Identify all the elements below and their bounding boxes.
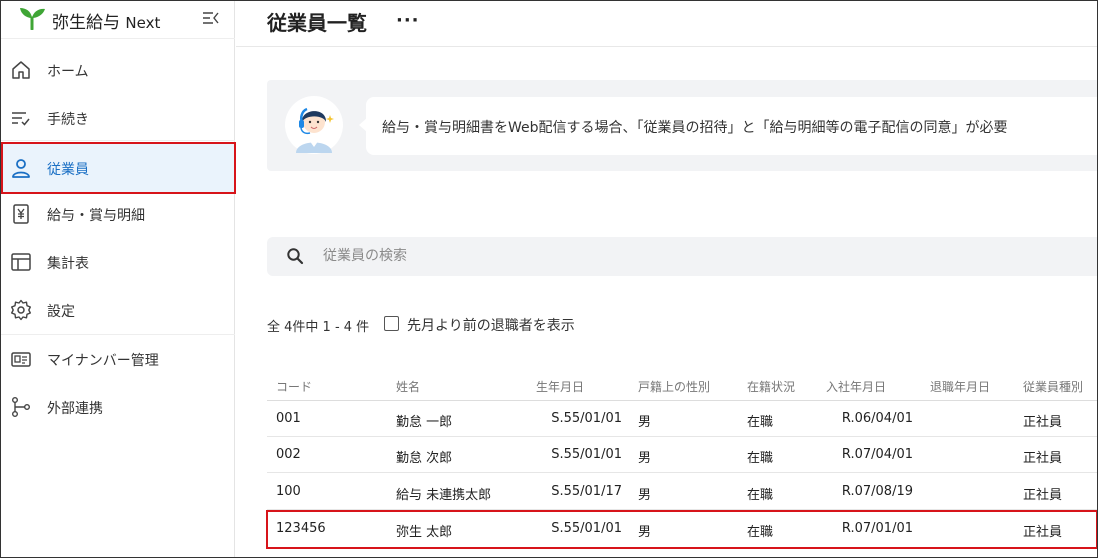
sidebar-item-employees[interactable]: 従業員 (0, 144, 235, 192)
cell-sex: 男 (638, 525, 652, 540)
table-row[interactable]: 001 勤怠 一郎 S.55/01/01 男 在職 R.06/04/01 正社員 (267, 401, 1098, 437)
notice-bubble: 給与・賞与明細書をWeb配信する場合、「従業員の招待」と「給与明細等の電子配信の… (366, 97, 1098, 155)
cell-type: 正社員 (1023, 488, 1063, 503)
result-count: 全 4件中 1 - 4 件 (267, 320, 370, 335)
sidebar-item-summary[interactable]: 集計表 (0, 240, 235, 284)
cell-code: 001 (276, 411, 301, 426)
cell-type: 正社員 (1023, 451, 1063, 466)
cell-name: 弥生 太郎 (396, 525, 453, 540)
column-header-code[interactable]: コード (276, 378, 312, 395)
person-icon (12, 159, 30, 178)
cell-code: 123456 (276, 521, 326, 536)
column-header-sex[interactable]: 戸籍上の性別 (638, 378, 710, 395)
cell-sex: 男 (638, 488, 652, 503)
show-retired-checkbox[interactable] (384, 316, 399, 331)
integration-icon (12, 397, 30, 417)
column-header-retired[interactable]: 退職年月日 (930, 378, 990, 395)
cell-birthdate: S.55/01/01 (551, 411, 622, 426)
cell-type: 正社員 (1023, 525, 1063, 540)
show-retired-label[interactable]: 先月より前の退職者を表示 (407, 315, 575, 335)
more-options-icon[interactable]: ··· (396, 10, 420, 31)
sidebar-item-mynumber[interactable]: マイナンバー管理 (0, 337, 235, 381)
page-title: 従業員一覧 (267, 11, 367, 35)
sidebar-item-label: 給与・賞与明細 (47, 208, 145, 224)
sidebar-item-label: 集計表 (47, 256, 89, 272)
cell-status: 在職 (747, 488, 774, 503)
cell-status: 在職 (747, 451, 774, 466)
sidebar-item-procedures[interactable]: 手続き (0, 96, 235, 140)
cell-joined: R.07/01/01 (841, 521, 913, 536)
operator-avatar-icon (285, 96, 343, 154)
cell-name: 勤怠 一郎 (396, 415, 453, 430)
procedure-list-icon (12, 112, 30, 126)
cell-code: 002 (276, 447, 301, 462)
cell-joined: R.06/04/01 (841, 411, 913, 426)
logo[interactable]: 弥生給与 Next (0, 0, 235, 38)
cell-birthdate: S.55/01/01 (551, 521, 622, 536)
cell-status: 在職 (747, 525, 774, 540)
collapse-sidebar-icon[interactable] (202, 9, 220, 27)
sidebar-item-label: ホーム (47, 64, 89, 80)
notice-banner: 給与・賞与明細書をWeb配信する場合、「従業員の招待」と「給与明細等の電子配信の… (267, 80, 1098, 171)
cell-name: 給与 未連携太郎 (396, 488, 492, 503)
sidebar-item-label: 手続き (47, 112, 89, 128)
sidebar-item-payslips[interactable]: 給与・賞与明細 (0, 192, 235, 236)
cell-birthdate: S.55/01/17 (551, 484, 622, 499)
table-row[interactable]: 002 勤怠 次郎 S.55/01/01 男 在職 R.07/04/01 正社員 (267, 437, 1098, 473)
cell-birthdate: S.55/01/01 (551, 447, 622, 462)
search-input[interactable] (323, 245, 1023, 267)
home-icon (12, 61, 30, 79)
column-header-joined[interactable]: 入社年月日 (826, 378, 886, 395)
sprout-logo-icon (20, 8, 45, 30)
cell-code: 100 (276, 484, 301, 499)
column-header-status[interactable]: 在籍状況 (747, 378, 795, 395)
sidebar-item-label: マイナンバー管理 (47, 353, 159, 369)
cell-joined: R.07/08/19 (841, 484, 913, 499)
search-icon (287, 248, 304, 265)
gear-icon (11, 299, 31, 321)
sidebar: 弥生給与 Next ホーム 手続き 従業員 給与・賞与明細 集計表 設定 マイナ… (0, 0, 236, 558)
cell-sex: 男 (638, 415, 652, 430)
cell-name: 勤怠 次郎 (396, 451, 453, 466)
column-header-birthdate[interactable]: 生年月日 (536, 378, 584, 395)
sidebar-item-home[interactable]: ホーム (0, 48, 235, 92)
cell-status: 在職 (747, 415, 774, 430)
cell-sex: 男 (638, 451, 652, 466)
sidebar-item-label: 外部連携 (47, 401, 103, 417)
sidebar-item-settings[interactable]: 設定 (0, 288, 235, 332)
cell-joined: R.07/04/01 (841, 447, 913, 462)
cell-type: 正社員 (1023, 415, 1063, 430)
logo-text: 弥生給与 Next (52, 13, 161, 33)
sidebar-item-label: 従業員 (47, 162, 89, 178)
yen-document-icon (13, 204, 29, 224)
table-row[interactable]: 123456 弥生 太郎 S.55/01/01 男 在職 R.07/01/01 … (267, 511, 1098, 547)
table-row[interactable]: 100 給与 未連携太郎 S.55/01/17 男 在職 R.07/08/19 … (267, 474, 1098, 510)
sidebar-item-integration[interactable]: 外部連携 (0, 385, 235, 429)
column-header-type[interactable]: 従業員種別 (1023, 378, 1083, 395)
table-icon (11, 253, 31, 271)
id-card-icon (11, 352, 31, 367)
sidebar-item-label: 設定 (47, 304, 75, 320)
search-bar[interactable] (267, 237, 1098, 276)
notice-text: 給与・賞与明細書をWeb配信する場合、「従業員の招待」と「給与明細等の電子配信の… (382, 120, 1008, 136)
column-header-name[interactable]: 姓名 (396, 378, 420, 395)
